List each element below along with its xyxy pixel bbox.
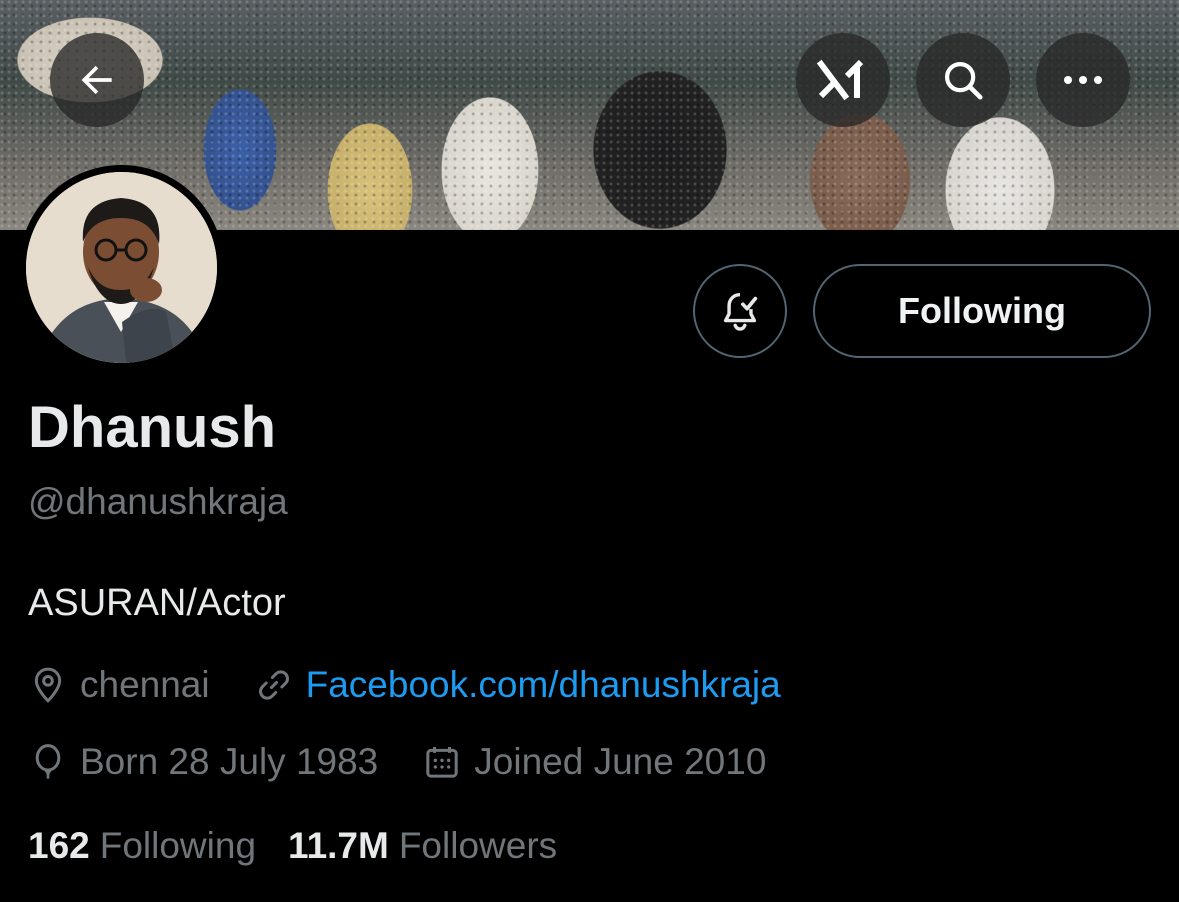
more-icon xyxy=(1064,76,1102,84)
following-stat[interactable]: 162 Following xyxy=(28,822,256,870)
balloon-icon xyxy=(35,744,61,779)
arrow-left-icon xyxy=(81,65,112,95)
notification-button[interactable] xyxy=(693,264,787,358)
followers-stat[interactable]: 11.7M Followers xyxy=(288,822,557,870)
followers-count: 11.7M xyxy=(288,825,389,866)
followers-stat-label: Followers xyxy=(398,825,558,866)
grok-button[interactable] xyxy=(796,33,890,127)
joined-item: Joined June 2010 xyxy=(422,738,766,786)
website-item[interactable]: Facebook.com/dhanushkraja xyxy=(254,661,781,709)
username-handle: @dhanushkraja xyxy=(28,481,288,522)
following-count: 162 xyxy=(28,825,90,866)
more-button[interactable] xyxy=(1036,33,1130,127)
calendar-icon xyxy=(426,747,458,778)
profile-meta-row-1: chennai Facebook.com/dhanushkraja xyxy=(28,661,781,709)
location-item: chennai xyxy=(28,661,210,709)
location-pin-icon xyxy=(34,667,62,703)
search-icon xyxy=(944,61,983,100)
display-name: Dhanush xyxy=(28,395,277,460)
grok-icon xyxy=(817,59,864,101)
link-icon xyxy=(258,670,289,700)
profile-avatar[interactable] xyxy=(19,165,224,370)
profile-meta-row-2: Born 28 July 1983 Joined June 2010 xyxy=(28,738,766,786)
website-link[interactable]: Facebook.com/dhanushkraja xyxy=(306,661,781,709)
back-button[interactable] xyxy=(50,33,144,127)
search-button[interactable] xyxy=(916,33,1010,127)
follow-stats: 162 Following 11.7M Followers xyxy=(28,822,557,870)
following-stat-label: Following xyxy=(99,825,257,866)
location-text: chennai xyxy=(80,664,210,705)
following-button[interactable]: Following xyxy=(813,264,1151,358)
profile-bio: ASURAN/Actor xyxy=(28,582,286,624)
bell-check-icon xyxy=(723,292,758,331)
avatar-image xyxy=(26,172,217,363)
joined-text: Joined June 2010 xyxy=(474,741,767,782)
birthday-text: Born 28 July 1983 xyxy=(80,741,379,782)
following-button-label: Following xyxy=(898,290,1066,331)
birthday-item: Born 28 July 1983 xyxy=(28,738,378,786)
